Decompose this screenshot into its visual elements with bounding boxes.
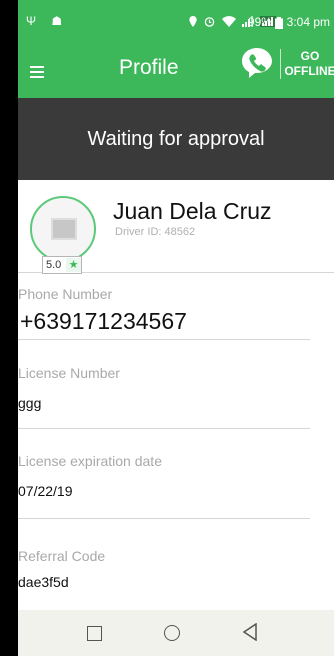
avatar[interactable] xyxy=(30,196,96,262)
license-number-label: License Number xyxy=(18,365,120,381)
go-offline-button[interactable]: GO OFFLINE xyxy=(283,49,334,79)
referral-code-value[interactable]: dae3f5d xyxy=(18,574,69,590)
wifi-icon xyxy=(221,16,236,28)
notification-icons: Ψ ☗ xyxy=(26,14,69,28)
driver-name: Juan Dela Cruz xyxy=(113,198,272,224)
back-icon[interactable] xyxy=(242,623,258,641)
battery-percent: 99% xyxy=(247,15,272,29)
clock: 3:04 pm xyxy=(286,15,330,29)
status-bar: Ψ ☗ 99% 3:04 pm xyxy=(18,0,334,40)
hamburger-menu-icon[interactable] xyxy=(30,66,44,81)
go-offline-line1: GO xyxy=(300,49,320,63)
recent-apps-icon[interactable] xyxy=(87,626,102,641)
license-number-divider xyxy=(18,428,310,429)
image-placeholder-icon xyxy=(51,218,77,240)
profile-fields: Phone Number +639171234567 License Numbe… xyxy=(18,272,334,610)
app-bar: Profile GO OFFLINE xyxy=(18,40,334,98)
home-icon[interactable] xyxy=(164,625,180,641)
phone-number-value[interactable]: +639171234567 xyxy=(20,308,187,335)
go-offline-line2: OFFLINE xyxy=(284,64,334,78)
page-title: Profile xyxy=(119,56,179,79)
license-expiration-label: License expiration date xyxy=(18,453,162,469)
rating-value: 5.0 xyxy=(46,259,62,271)
battery-time: 99% 3:04 pm xyxy=(248,15,330,29)
appbar-divider xyxy=(280,49,281,79)
license-expiration-divider xyxy=(18,518,310,519)
phone-number-label: Phone Number xyxy=(18,286,113,302)
android-nav-bar xyxy=(18,610,334,656)
license-number-value[interactable]: ggg xyxy=(18,395,41,411)
driver-id: Driver ID: 48562 xyxy=(115,226,196,238)
license-expiration-value[interactable]: 07/22/19 xyxy=(18,483,73,499)
alarm-icon xyxy=(205,17,215,28)
approval-banner: Waiting for approval xyxy=(18,98,334,180)
viber-phone-icon[interactable] xyxy=(240,46,274,80)
star-icon: ★ xyxy=(66,258,81,272)
battery-icon xyxy=(275,16,284,29)
app-screen: Ψ ☗ 99% 3:04 pm Profile GO OFFLINE Waiti… xyxy=(18,0,334,656)
location-icon xyxy=(189,16,197,28)
phone-number-divider xyxy=(18,339,310,340)
referral-code-label: Referral Code xyxy=(18,548,106,564)
profile-header: 5.0 ★ Juan Dela Cruz Driver ID: 48562 xyxy=(18,180,334,274)
